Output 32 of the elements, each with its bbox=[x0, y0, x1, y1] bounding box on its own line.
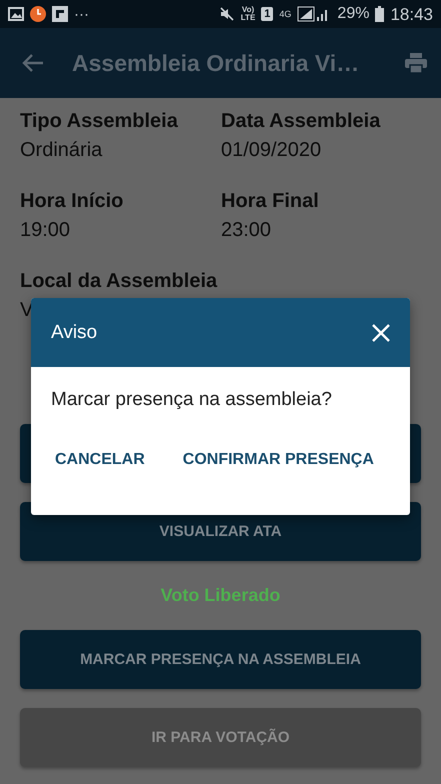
field-label: Data Assembleia bbox=[221, 110, 382, 133]
close-button[interactable] bbox=[372, 324, 390, 342]
field-value: 01/09/2020 bbox=[221, 139, 322, 162]
dialog-action-button[interactable]: CONFIRMAR PRESENÇA bbox=[170, 445, 386, 475]
overflow-indicator: ··· bbox=[74, 6, 89, 22]
field-value: Ordinária bbox=[20, 139, 104, 162]
field-label: Hora Final bbox=[221, 190, 320, 213]
back-icon[interactable] bbox=[22, 53, 44, 73]
battery-percent: 29% bbox=[337, 6, 370, 22]
volte-label: Vo) bbox=[242, 6, 254, 14]
field-label: Local da Assembleia bbox=[20, 270, 218, 293]
field-value: 19:00 bbox=[20, 219, 72, 242]
dialog-title: Aviso bbox=[51, 322, 98, 344]
clock-icon bbox=[30, 6, 46, 22]
field-label: Tipo Assembleia bbox=[20, 110, 179, 133]
battery-icon bbox=[375, 6, 384, 22]
close-icon bbox=[372, 324, 390, 342]
dialog-action-button[interactable]: CANCELAR bbox=[43, 445, 157, 475]
field-label: Hora Início bbox=[20, 190, 124, 213]
action-button[interactable]: MARCAR PRESENÇA NA ASSEMBLEIA bbox=[20, 630, 421, 689]
image-icon bbox=[8, 7, 24, 21]
network-label: 4G bbox=[279, 10, 292, 18]
field-value: 23:00 bbox=[221, 219, 272, 242]
dialog-message: Marcar presença na assembleia? bbox=[51, 389, 333, 411]
print-icon[interactable] bbox=[405, 53, 427, 73]
screen-title: Assembleia Ordinaria Vi… bbox=[72, 50, 360, 76]
vote-status: Voto Liberado bbox=[160, 584, 282, 607]
app-icon bbox=[52, 6, 68, 22]
mute-icon bbox=[218, 6, 235, 22]
clock-time: 18:43 bbox=[390, 6, 433, 22]
sim-indicator: 1 bbox=[261, 7, 274, 21]
lte-label: LTE bbox=[240, 14, 256, 22]
